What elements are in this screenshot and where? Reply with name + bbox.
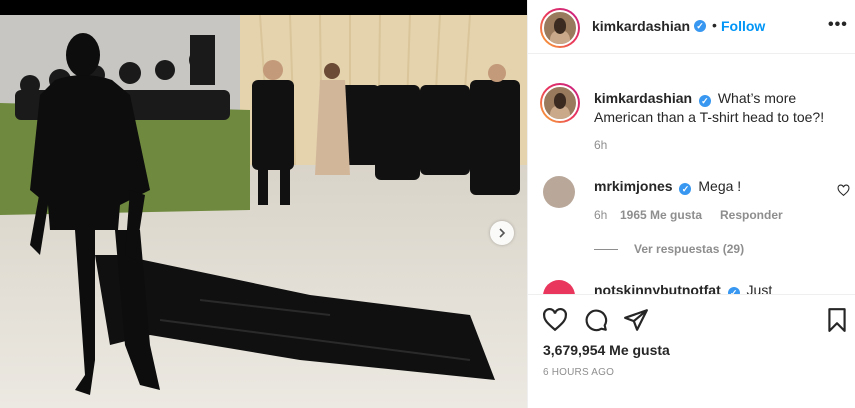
heart-icon[interactable]	[542, 307, 568, 333]
post-actions: 3,679,954 Me gusta 6 HOURS AGO	[528, 294, 855, 408]
author-avatar[interactable]	[540, 8, 580, 48]
comment-age: 6h	[594, 208, 608, 222]
post-photo[interactable]	[0, 15, 527, 408]
post-side-panel: kimkardashian ✓ • Follow ••• kimkardashi…	[527, 0, 855, 408]
caption-author[interactable]: kimkardashian	[594, 90, 692, 106]
share-icon[interactable]	[623, 307, 649, 333]
comment: mrkimjones ✓ Mega !	[594, 177, 844, 196]
comment-author[interactable]: mrkimjones	[594, 178, 673, 194]
carousel-next-button[interactable]	[490, 221, 514, 245]
follow-button[interactable]: Follow	[721, 18, 765, 34]
verified-badge-icon: ✓	[694, 20, 706, 32]
verified-badge-icon: ✓	[698, 95, 711, 107]
replies-divider	[594, 248, 618, 250]
bookmark-icon[interactable]	[824, 307, 850, 333]
chevron-right-icon	[499, 228, 506, 238]
author-username[interactable]: kimkardashian	[592, 18, 690, 34]
caption-avatar[interactable]	[540, 83, 580, 123]
comment-icon[interactable]	[583, 307, 609, 333]
comment-avatar[interactable]	[543, 176, 575, 208]
verified-badge-icon: ✓	[679, 183, 692, 195]
view-replies-label: Ver respuestas (29)	[634, 242, 745, 256]
separator-dot: •	[712, 17, 717, 33]
post-time: 6 HOURS AGO	[543, 367, 615, 378]
post-header: kimkardashian ✓ • Follow •••	[528, 0, 855, 54]
comment-heart-icon[interactable]	[837, 184, 850, 197]
comment-likes[interactable]: 1965 Me gusta	[620, 208, 702, 222]
like-count[interactable]: 3,679,954 Me gusta	[543, 342, 670, 358]
view-replies-button[interactable]: Ver respuestas (29)	[594, 242, 744, 256]
caption: kimkardashian ✓ What’s more American tha…	[594, 89, 844, 127]
reply-button[interactable]: Responder	[720, 208, 783, 222]
top-black-bar	[0, 0, 527, 15]
post-image	[0, 15, 527, 408]
comment-text: Mega !	[698, 178, 742, 194]
more-options-icon[interactable]: •••	[828, 16, 848, 34]
caption-age: 6h	[594, 138, 608, 152]
